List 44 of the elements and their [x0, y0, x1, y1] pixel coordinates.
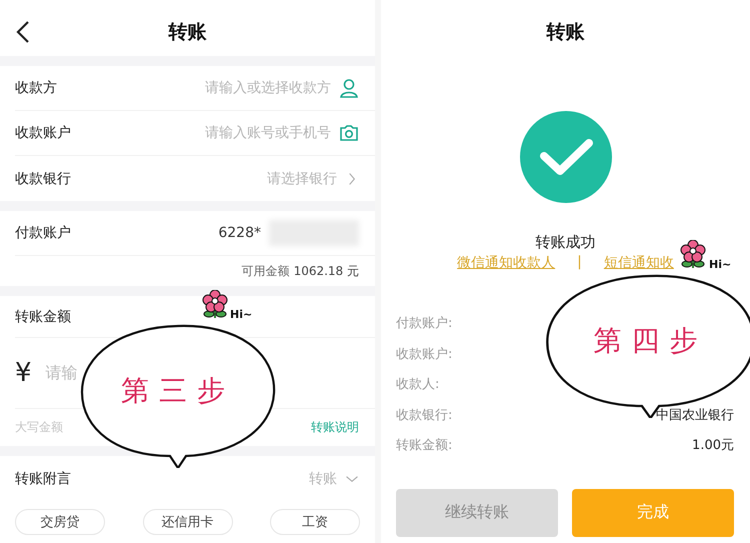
greeting-label: Hi~: [230, 308, 252, 321]
detail-label: 转账金额:: [396, 437, 452, 454]
contact-icon[interactable]: [339, 78, 359, 98]
notify-link[interactable]: 短信通知收: [604, 254, 674, 272]
quick-note-chip[interactable]: 还信用卡: [142, 509, 232, 535]
detail-label: 收款账户:: [396, 346, 452, 363]
step-label: 第四步: [592, 323, 708, 359]
balance-value: 1062.18 元: [294, 262, 359, 280]
success-check-icon: [520, 111, 612, 203]
back-icon[interactable]: [16, 20, 30, 44]
screen-title: 转账: [546, 20, 584, 45]
success-message: 转账成功: [536, 233, 596, 252]
screen-title: 转账: [168, 20, 206, 45]
transfer-help-link[interactable]: 转账说明: [311, 419, 359, 436]
note-dropdown[interactable]: 转账: [309, 470, 337, 488]
camera-icon[interactable]: [339, 123, 359, 143]
input-field[interactable]: 请输入或选择收款方: [205, 79, 331, 97]
quick-note-chip[interactable]: 交房贷: [15, 509, 105, 535]
flower-icon: [200, 290, 230, 320]
separator: |: [577, 254, 582, 272]
balance-label: 可用金额: [242, 262, 290, 280]
currency-symbol: ¥: [15, 358, 32, 388]
detail-value: 中国农业银行: [656, 406, 734, 424]
field-label: 付款账户: [15, 224, 71, 242]
notify-link[interactable]: 微信通知收款人: [457, 254, 556, 272]
greeting-label: Hi~: [709, 258, 732, 271]
done-button[interactable]: 完成: [572, 488, 734, 536]
amount-field[interactable]: 请输: [46, 362, 78, 384]
account-number: 6228*: [218, 225, 261, 241]
quick-note-chip[interactable]: 工资: [270, 509, 360, 535]
flower-icon: [678, 240, 708, 270]
field-label: 转账附言: [15, 470, 71, 488]
detail-label: 付款账户:: [396, 315, 452, 332]
detail-label: 收款银行:: [396, 406, 452, 424]
detail-label: 收款人:: [396, 376, 440, 394]
input-field[interactable]: 请选择银行: [267, 170, 337, 188]
field-label: 收款方: [15, 79, 57, 97]
input-field[interactable]: 请输入账号或手机号: [205, 124, 331, 142]
detail-value: 1.00元: [692, 437, 734, 454]
field-label: 转账金额: [15, 308, 71, 326]
field-label: 收款银行: [15, 170, 71, 188]
step-label: 第三步: [120, 373, 236, 409]
uppercase-amount-label: 大写金额: [15, 419, 63, 436]
field-label: 收款账户: [15, 124, 71, 142]
